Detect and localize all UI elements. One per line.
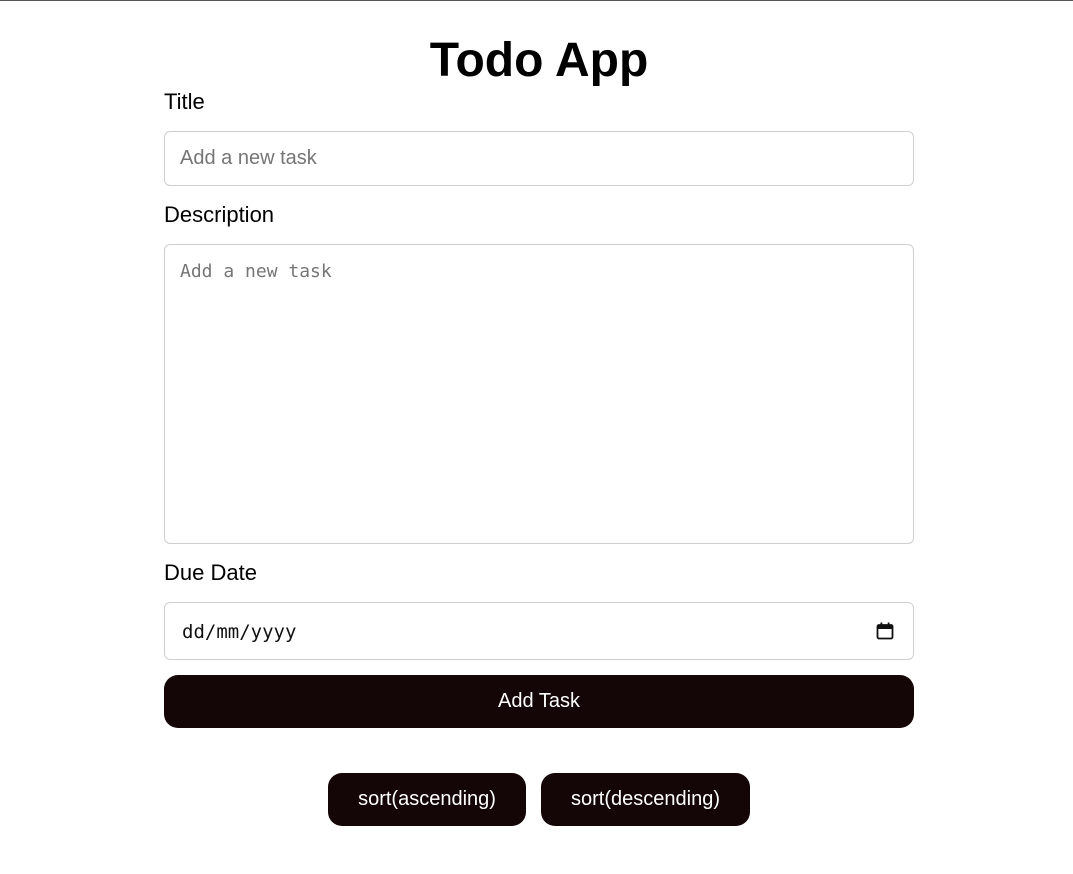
top-border <box>0 0 1073 1</box>
page-title: Todo App <box>429 34 649 87</box>
due-date-label: Due Date <box>164 560 257 585</box>
description-textarea[interactable] <box>164 244 914 544</box>
sort-ascending-button[interactable]: sort(ascending) <box>328 773 526 826</box>
calendar-icon[interactable] <box>876 622 894 640</box>
due-date-placeholder: dd/mm/yyyy <box>182 621 297 643</box>
due-date-input[interactable]: dd/mm/yyyy <box>164 602 914 660</box>
add-task-button[interactable]: Add Task <box>164 675 914 728</box>
description-label: Description <box>164 202 275 227</box>
sort-descending-button[interactable]: sort(descending) <box>541 773 750 826</box>
title-label: Title <box>164 89 205 114</box>
title-input[interactable] <box>164 131 914 186</box>
